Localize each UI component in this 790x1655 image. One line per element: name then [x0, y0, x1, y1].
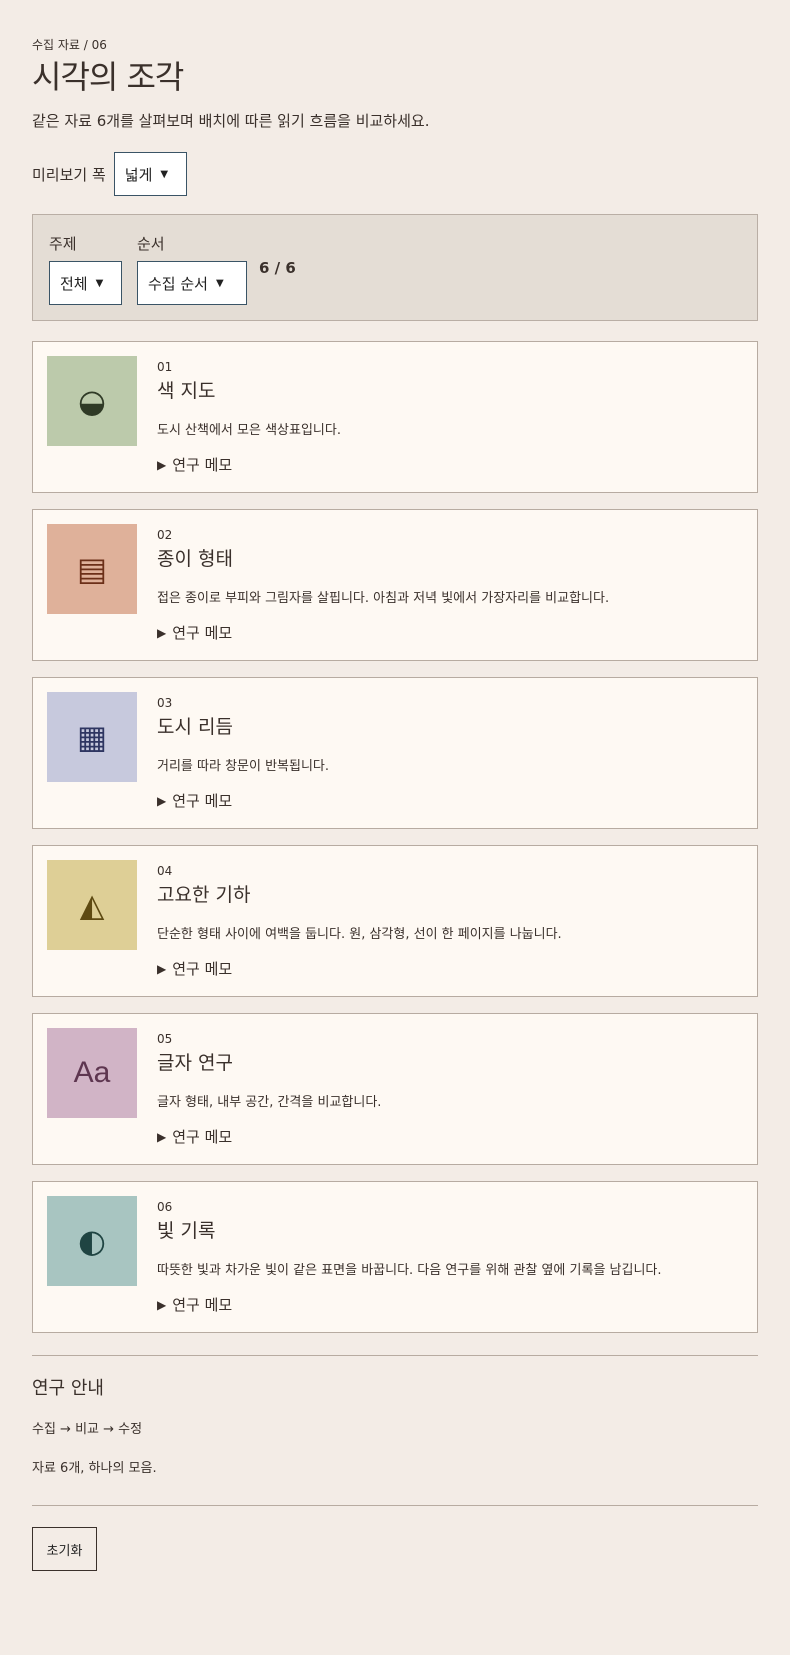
item-number: 06 — [157, 1200, 173, 1214]
item-thumbnail: ▤ — [47, 524, 137, 614]
item-thumbnail: ◒ — [47, 356, 137, 446]
item-title: 글자 연구 — [157, 1052, 233, 1074]
type-specimen-icon: Aa — [73, 1056, 111, 1089]
research-memo-label: 연구 메모 — [172, 960, 233, 978]
item-number: 02 — [157, 528, 173, 542]
research-memo-label: 연구 메모 — [172, 792, 233, 810]
research-memo-toggle[interactable]: ▶ 연구 메모 — [157, 1294, 743, 1315]
item-number: 05 — [157, 1032, 173, 1046]
research-memo-label: 연구 메모 — [172, 1128, 233, 1146]
item-thumbnail: ▦ — [47, 692, 137, 782]
triangle-right-icon: ▶ — [157, 1297, 167, 1312]
preview-width-row: 미리보기 폭 넓게 ▼ — [32, 152, 187, 196]
order-filter: 순서 수집 순서 ▼ — [137, 233, 247, 305]
filter-panel: 주제 전체 ▼ 순서 수집 순서 ▼ 6 / 6 — [32, 214, 758, 321]
triangle-right-icon: ▶ — [157, 793, 167, 808]
item-title: 도시 리듬 — [157, 716, 233, 738]
chevron-down-icon: ▼ — [215, 277, 224, 289]
item-description: 따뜻한 빛과 차가운 빛이 같은 표면을 바꿉니다. 다음 연구를 위해 관찰 … — [157, 1263, 662, 1278]
preview-width-label: 미리보기 폭 — [32, 165, 106, 184]
guide-title: 연구 안내 — [32, 1378, 104, 1399]
research-memo-toggle[interactable]: ▶ 연구 메모 — [157, 958, 743, 979]
half-moon-icon: ◐ — [78, 1222, 106, 1260]
item-description: 글자 형태, 내부 공간, 간격을 비교합니다. — [157, 1095, 382, 1110]
item-thumbnail: Aa — [47, 1028, 137, 1118]
item-number: 04 — [157, 864, 173, 878]
lined-square-icon: ▤ — [76, 550, 108, 588]
research-memo-toggle[interactable]: ▶ 연구 메모 — [157, 622, 743, 643]
order-label: 순서 — [137, 235, 165, 253]
item-title: 종이 형태 — [157, 548, 233, 570]
item-number: 03 — [157, 696, 173, 710]
item-title: 색 지도 — [157, 380, 216, 402]
order-select[interactable]: 수집 순서 ▼ — [137, 261, 247, 305]
item-thumbnail: ◐ — [47, 1196, 137, 1286]
topic-label: 주제 — [49, 235, 77, 253]
list-item: Aa 05 글자 연구 글자 형태, 내부 공간, 간격을 비교합니다. ▶ 연구… — [32, 1013, 758, 1165]
item-description: 도시 산책에서 모은 색상표입니다. — [157, 423, 341, 438]
triangle-right-icon: ▶ — [157, 1129, 167, 1144]
triangle-right-icon: ▶ — [157, 961, 167, 976]
list-item: ◒ 01 색 지도 도시 산책에서 모은 색상표입니다. ▶ 연구 메모 — [32, 341, 758, 493]
item-thumbnail: ◭ — [47, 860, 137, 950]
research-memo-label: 연구 메모 — [172, 456, 233, 474]
intro-text: 같은 자료 6개를 살펴보며 배치에 따른 읽기 흐름을 비교하세요. — [32, 112, 430, 130]
research-memo-label: 연구 메모 — [172, 624, 233, 642]
triangle-right-icon: ▶ — [157, 625, 167, 640]
list-item: ◭ 04 고요한 기하 단순한 형태 사이에 여백을 둡니다. 원, 삼각형, … — [32, 845, 758, 997]
item-title: 빛 기록 — [157, 1220, 216, 1242]
item-list: ◒ 01 색 지도 도시 산책에서 모은 색상표입니다. ▶ 연구 메모 ▤ 02… — [32, 341, 758, 1349]
breadcrumb: 수집 자료 / 06 — [32, 38, 107, 52]
chevron-down-icon: ▼ — [95, 277, 104, 289]
research-memo-label: 연구 메모 — [172, 1296, 233, 1314]
guide-summary: 자료 6개, 하나의 모음. — [32, 1461, 157, 1476]
triangle-right-icon: ▶ — [157, 457, 167, 472]
research-memo-toggle[interactable]: ▶ 연구 메모 — [157, 1126, 743, 1147]
reset-button[interactable]: 초기화 — [32, 1527, 97, 1571]
page: 수집 자료 / 06 시각의 조각 같은 자료 6개를 살펴보며 배치에 따른 … — [0, 0, 790, 1655]
topic-value: 전체 — [60, 274, 88, 293]
result-count: 6 / 6 — [259, 259, 296, 277]
list-item: ▦ 03 도시 리듬 거리를 따라 창문이 반복됩니다. ▶ 연구 메모 — [32, 677, 758, 829]
research-guide: 연구 안내 수집 → 비교 → 수정 자료 6개, 하나의 모음. — [32, 1355, 758, 1476]
footer: 초기화 — [32, 1505, 758, 1571]
triangle-icon: ◭ — [79, 886, 105, 924]
grid-square-icon: ▦ — [76, 718, 108, 756]
order-value: 수집 순서 — [148, 274, 208, 293]
research-memo-toggle[interactable]: ▶ 연구 메모 — [157, 790, 743, 811]
preview-width-select[interactable]: 넓게 ▼ — [113, 152, 187, 196]
research-memo-toggle[interactable]: ▶ 연구 메모 — [157, 454, 743, 475]
list-item: ◐ 06 빛 기록 따뜻한 빛과 차가운 빛이 같은 표면을 바꿉니다. 다음 … — [32, 1181, 758, 1333]
list-item: ▤ 02 종이 형태 접은 종이로 부피와 그림자를 살핍니다. 아침과 저녁 … — [32, 509, 758, 661]
item-description: 단순한 형태 사이에 여백을 둡니다. 원, 삼각형, 선이 한 페이지를 나눕… — [157, 927, 562, 942]
half-circle-icon: ◒ — [78, 382, 106, 420]
item-title: 고요한 기하 — [157, 884, 251, 906]
guide-flow: 수집 → 비교 → 수정 — [32, 1422, 143, 1437]
topic-filter: 주제 전체 ▼ — [49, 233, 122, 305]
page-title: 시각의 조각 — [32, 58, 184, 96]
item-description: 거리를 따라 창문이 반복됩니다. — [157, 759, 330, 774]
preview-width-value: 넓게 — [124, 165, 153, 184]
item-description: 접은 종이로 부피와 그림자를 살핍니다. 아침과 저녁 빛에서 가장자리를 비… — [157, 591, 610, 606]
chevron-down-icon: ▼ — [160, 168, 169, 180]
topic-select[interactable]: 전체 ▼ — [49, 261, 122, 305]
item-number: 01 — [157, 360, 173, 374]
